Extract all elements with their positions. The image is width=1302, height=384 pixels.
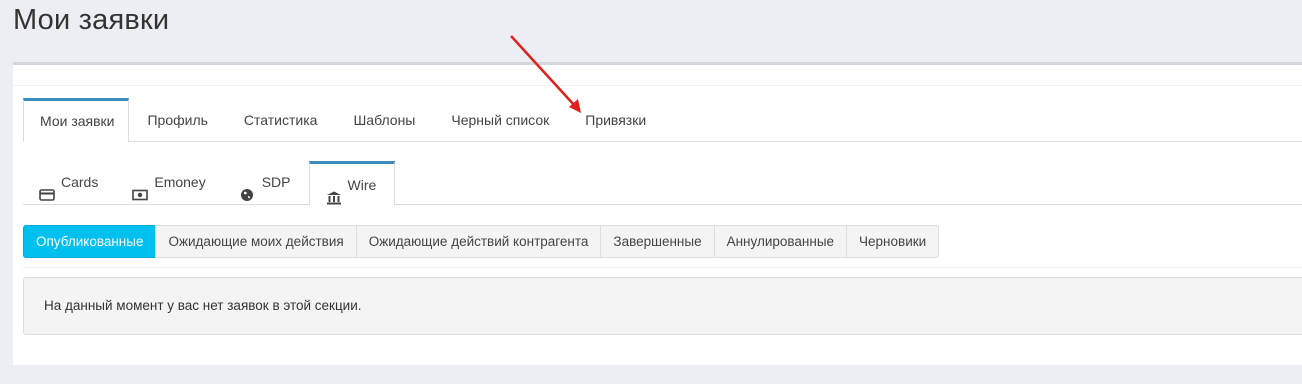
tab-profile[interactable]: Профиль bbox=[129, 98, 225, 140]
filter-awaiting-counterparty-button[interactable]: Ожидающие действий контрагента bbox=[355, 225, 602, 258]
tab-wire[interactable]: Wire bbox=[308, 161, 396, 205]
credit-card-icon bbox=[39, 175, 55, 201]
requests-panel: Мои заявки Профиль Статистика Шаблоны Че… bbox=[13, 62, 1302, 365]
filter-drafts-button[interactable]: Черновики bbox=[846, 225, 940, 258]
filter-published-button[interactable]: Опубликованные bbox=[23, 225, 157, 258]
tab-cards-label: Cards bbox=[61, 174, 99, 190]
tab-statistics[interactable]: Статистика bbox=[226, 98, 336, 140]
panel-header-divider bbox=[13, 85, 1302, 86]
annotation-arrow-icon bbox=[510, 35, 581, 113]
tab-emoney-label: Emoney bbox=[154, 174, 206, 190]
tab-my-requests[interactable]: Мои заявки bbox=[23, 98, 130, 142]
page-title: Мои заявки bbox=[13, 4, 170, 36]
payment-type-tabs: Cards Emoney SDP Wire bbox=[23, 161, 1302, 205]
globe-icon bbox=[240, 175, 256, 201]
filter-awaiting-my-action-button[interactable]: Ожидающие моих действия bbox=[155, 225, 357, 258]
status-filter-group: Опубликованные Ожидающие моих действия О… bbox=[23, 225, 940, 258]
filter-divider bbox=[23, 267, 1302, 268]
main-tabs: Мои заявки Профиль Статистика Шаблоны Че… bbox=[23, 98, 1302, 142]
empty-state-notice: На данный момент у вас нет заявок в этой… bbox=[23, 277, 1302, 335]
filter-cancelled-button[interactable]: Аннулированные bbox=[713, 225, 848, 258]
tab-cards[interactable]: Cards bbox=[23, 161, 116, 203]
money-bill-icon bbox=[132, 175, 149, 201]
tab-sdp-label: SDP bbox=[261, 174, 291, 190]
tab-wire-label: Wire bbox=[347, 176, 377, 193]
bank-icon bbox=[326, 178, 342, 204]
tab-sdp[interactable]: SDP bbox=[224, 161, 309, 203]
filter-completed-button[interactable]: Завершенные bbox=[600, 225, 715, 258]
tab-emoney[interactable]: Emoney bbox=[116, 161, 223, 203]
tab-templates[interactable]: Шаблоны bbox=[335, 98, 433, 140]
